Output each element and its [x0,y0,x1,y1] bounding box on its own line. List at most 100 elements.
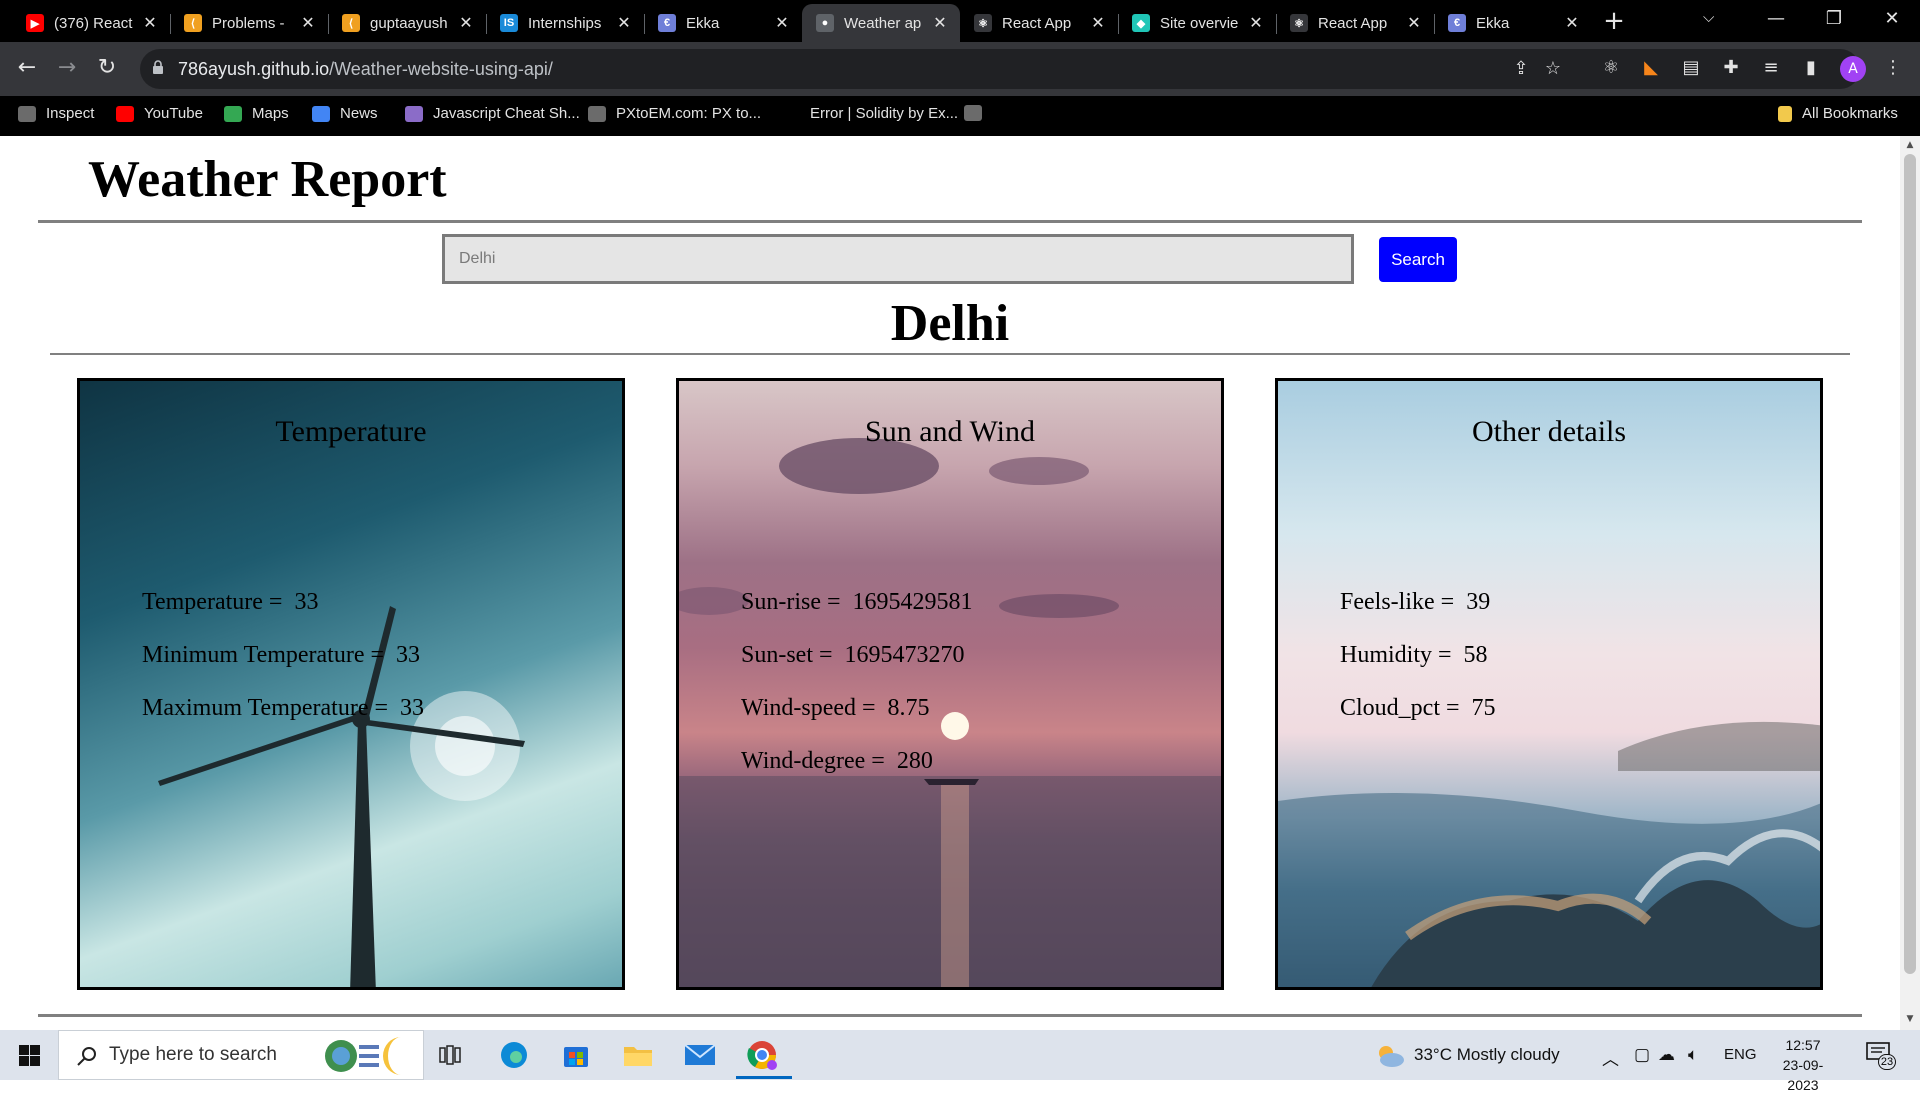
bookmark-item[interactable]: News [312,105,378,122]
bookmark-label: Maps [252,105,289,122]
taskbar-search[interactable]: Type here to search [58,1030,424,1080]
page-title: Weather Report [88,151,447,208]
page-scrollbar[interactable]: ▲ ▼ [1900,136,1920,1030]
edge-icon[interactable] [494,1036,534,1074]
city-search-input[interactable] [442,234,1354,284]
side-panel-icon[interactable]: ▮ [1798,55,1824,81]
extension-icon[interactable]: ▤ [1678,55,1704,81]
tab-close-icon[interactable]: ✕ [1406,13,1422,33]
meet-now-icon[interactable]: ▢ [1634,1045,1650,1065]
browser-tab[interactable]: ⚛ React App ✕ [1276,4,1434,42]
bookmark-item[interactable]: Maps [224,105,289,122]
browser-tab[interactable]: ● Weather ap ✕ [802,4,960,42]
tab-close-icon[interactable]: ✕ [1248,13,1264,33]
scroll-down-icon[interactable]: ▼ [1904,1014,1916,1024]
browser-tab[interactable]: € Ekka ✕ [644,4,802,42]
search-button[interactable]: Search [1379,237,1457,282]
tab-close-icon[interactable]: ✕ [1564,13,1580,33]
task-view-icon[interactable] [430,1036,470,1074]
browser-tab[interactable]: ▶ (376) React ✕ [12,4,170,42]
share-icon[interactable]: ⇪ [1508,56,1534,82]
tab-close-icon[interactable]: ✕ [932,13,948,33]
bookmark-star-icon[interactable]: ☆ [1540,56,1566,82]
bookmark-item[interactable]: YouTube [116,105,203,122]
tab-close-icon[interactable]: ✕ [774,13,790,33]
language-indicator[interactable]: ENG [1724,1046,1757,1063]
browser-tab[interactable]: IS Internships ✕ [486,4,644,42]
youtube-icon [116,105,134,122]
file-explorer-icon[interactable] [618,1036,658,1074]
globe-icon [588,105,606,122]
bookmark-item[interactable]: Error | Solidity by Ex... [782,105,958,122]
forward-arrow-icon[interactable]: → [54,56,80,82]
url-text: 786ayush.github.io/Weather-website-using… [178,59,553,79]
clock[interactable]: 12:57 23-09-2023 [1768,1035,1838,1095]
bookmark-stripes-icon [405,105,423,122]
back-arrow-icon[interactable]: ← [14,56,40,82]
chrome-icon[interactable] [742,1036,782,1074]
browser-tab[interactable]: ⚛ React App ✕ [960,4,1118,42]
wind-speed-row: Wind-speed = 8.75 [741,695,930,721]
more-menu-icon[interactable]: ⋮ [1880,55,1906,81]
tab-close-icon[interactable]: ✕ [616,13,632,33]
react-devtools-icon[interactable]: ⚛ [1598,55,1624,81]
profile-avatar[interactable]: A [1840,56,1866,82]
react-icon: ⚛ [1290,14,1308,32]
tab-title: Internships [528,14,602,32]
bookmark-label: Inspect [46,105,95,122]
browser-tab[interactable]: ⟨ guptaayush ✕ [328,4,486,42]
speaker-icon[interactable]: 🔈︎ [1688,1045,1698,1065]
tab-title: Site overvie [1160,14,1239,32]
chevron-up-icon[interactable]: ︿ [1602,1045,1619,1070]
news-icon [312,105,330,122]
card-heading: Temperature [275,415,427,448]
scrollbar-thumb[interactable] [1904,154,1916,974]
humidity-row: Humidity = 58 [1340,642,1488,668]
windows-start-icon[interactable] [19,1045,40,1066]
weather-cloud-icon[interactable] [1374,1043,1406,1069]
store-icon[interactable] [556,1036,596,1074]
folder-icon [1778,105,1792,122]
mail-icon[interactable] [680,1036,720,1074]
tab-title: Weather ap [844,14,922,32]
all-bookmarks[interactable]: All Bookmarks [1778,105,1898,122]
bookmark-item[interactable]: Inspect [18,105,94,122]
notification-count-badge: 23 [1878,1054,1896,1070]
tab-search-chevron-icon[interactable]: ⌵ [1703,8,1714,26]
puzzle-extensions-icon[interactable]: ✚ [1718,55,1744,81]
browser-tab[interactable]: ◆ Site overvie ✕ [1118,4,1276,42]
sun-wind-rows: Sun-rise = 1695429581 Sun-set = 16954732… [741,589,973,801]
bookmark-item[interactable]: Javascript Cheat Sh... [405,105,580,122]
tab-close-icon[interactable]: ✕ [458,13,474,33]
bookmark-label: YouTube [144,105,203,122]
browser-tab[interactable]: € Ekka ✕ [1434,4,1592,42]
search-highlight-image [325,1037,401,1075]
tab-close-icon[interactable]: ✕ [300,13,316,33]
temperature-rows: Temperature = 33 Minimum Temperature = 3… [142,589,424,748]
youtube-icon: ▶ [26,14,44,32]
reload-icon[interactable]: ↻ [94,56,120,82]
sun-wind-card: Sun and Wind Sun-rise = 1695429581 Sun-s… [676,378,1224,990]
onedrive-cloud-icon[interactable]: ☁ [1658,1045,1675,1065]
card-heading: Sun and Wind [865,415,1035,448]
restore-icon[interactable]: ❐ [1805,0,1863,40]
tab-close-icon[interactable]: ✕ [142,13,158,33]
metamask-icon[interactable]: ◣ [1638,55,1664,81]
close-window-icon[interactable]: ✕ [1863,0,1920,40]
weather-text[interactable]: 33°C Mostly cloudy [1414,1045,1560,1065]
bookmark-item[interactable] [964,105,992,121]
browser-tab[interactable]: ⟨ Problems - ✕ [170,4,328,42]
feels-like-row: Feels-like = 39 [1340,589,1491,615]
new-tab-button[interactable]: + [1598,6,1630,38]
tab-close-icon[interactable]: ✕ [1090,13,1106,33]
media-queue-icon[interactable]: ≡ [1758,55,1784,81]
min-temperature-row: Minimum Temperature = 33 [142,642,421,668]
windows-taskbar: Type here to search 33°C Mostly cloudy ︿… [0,1030,1920,1093]
notifications-icon[interactable]: 23 [1866,1042,1896,1070]
scroll-up-icon[interactable]: ▲ [1904,140,1916,150]
bookmark-item[interactable]: PXtoEM.com: PX to... [588,105,761,122]
city-name: Delhi [890,295,1010,352]
temperature-row: Temperature = 33 [142,589,319,615]
clock-time: 12:57 [1785,1037,1821,1053]
minimize-icon[interactable]: — [1747,0,1805,40]
